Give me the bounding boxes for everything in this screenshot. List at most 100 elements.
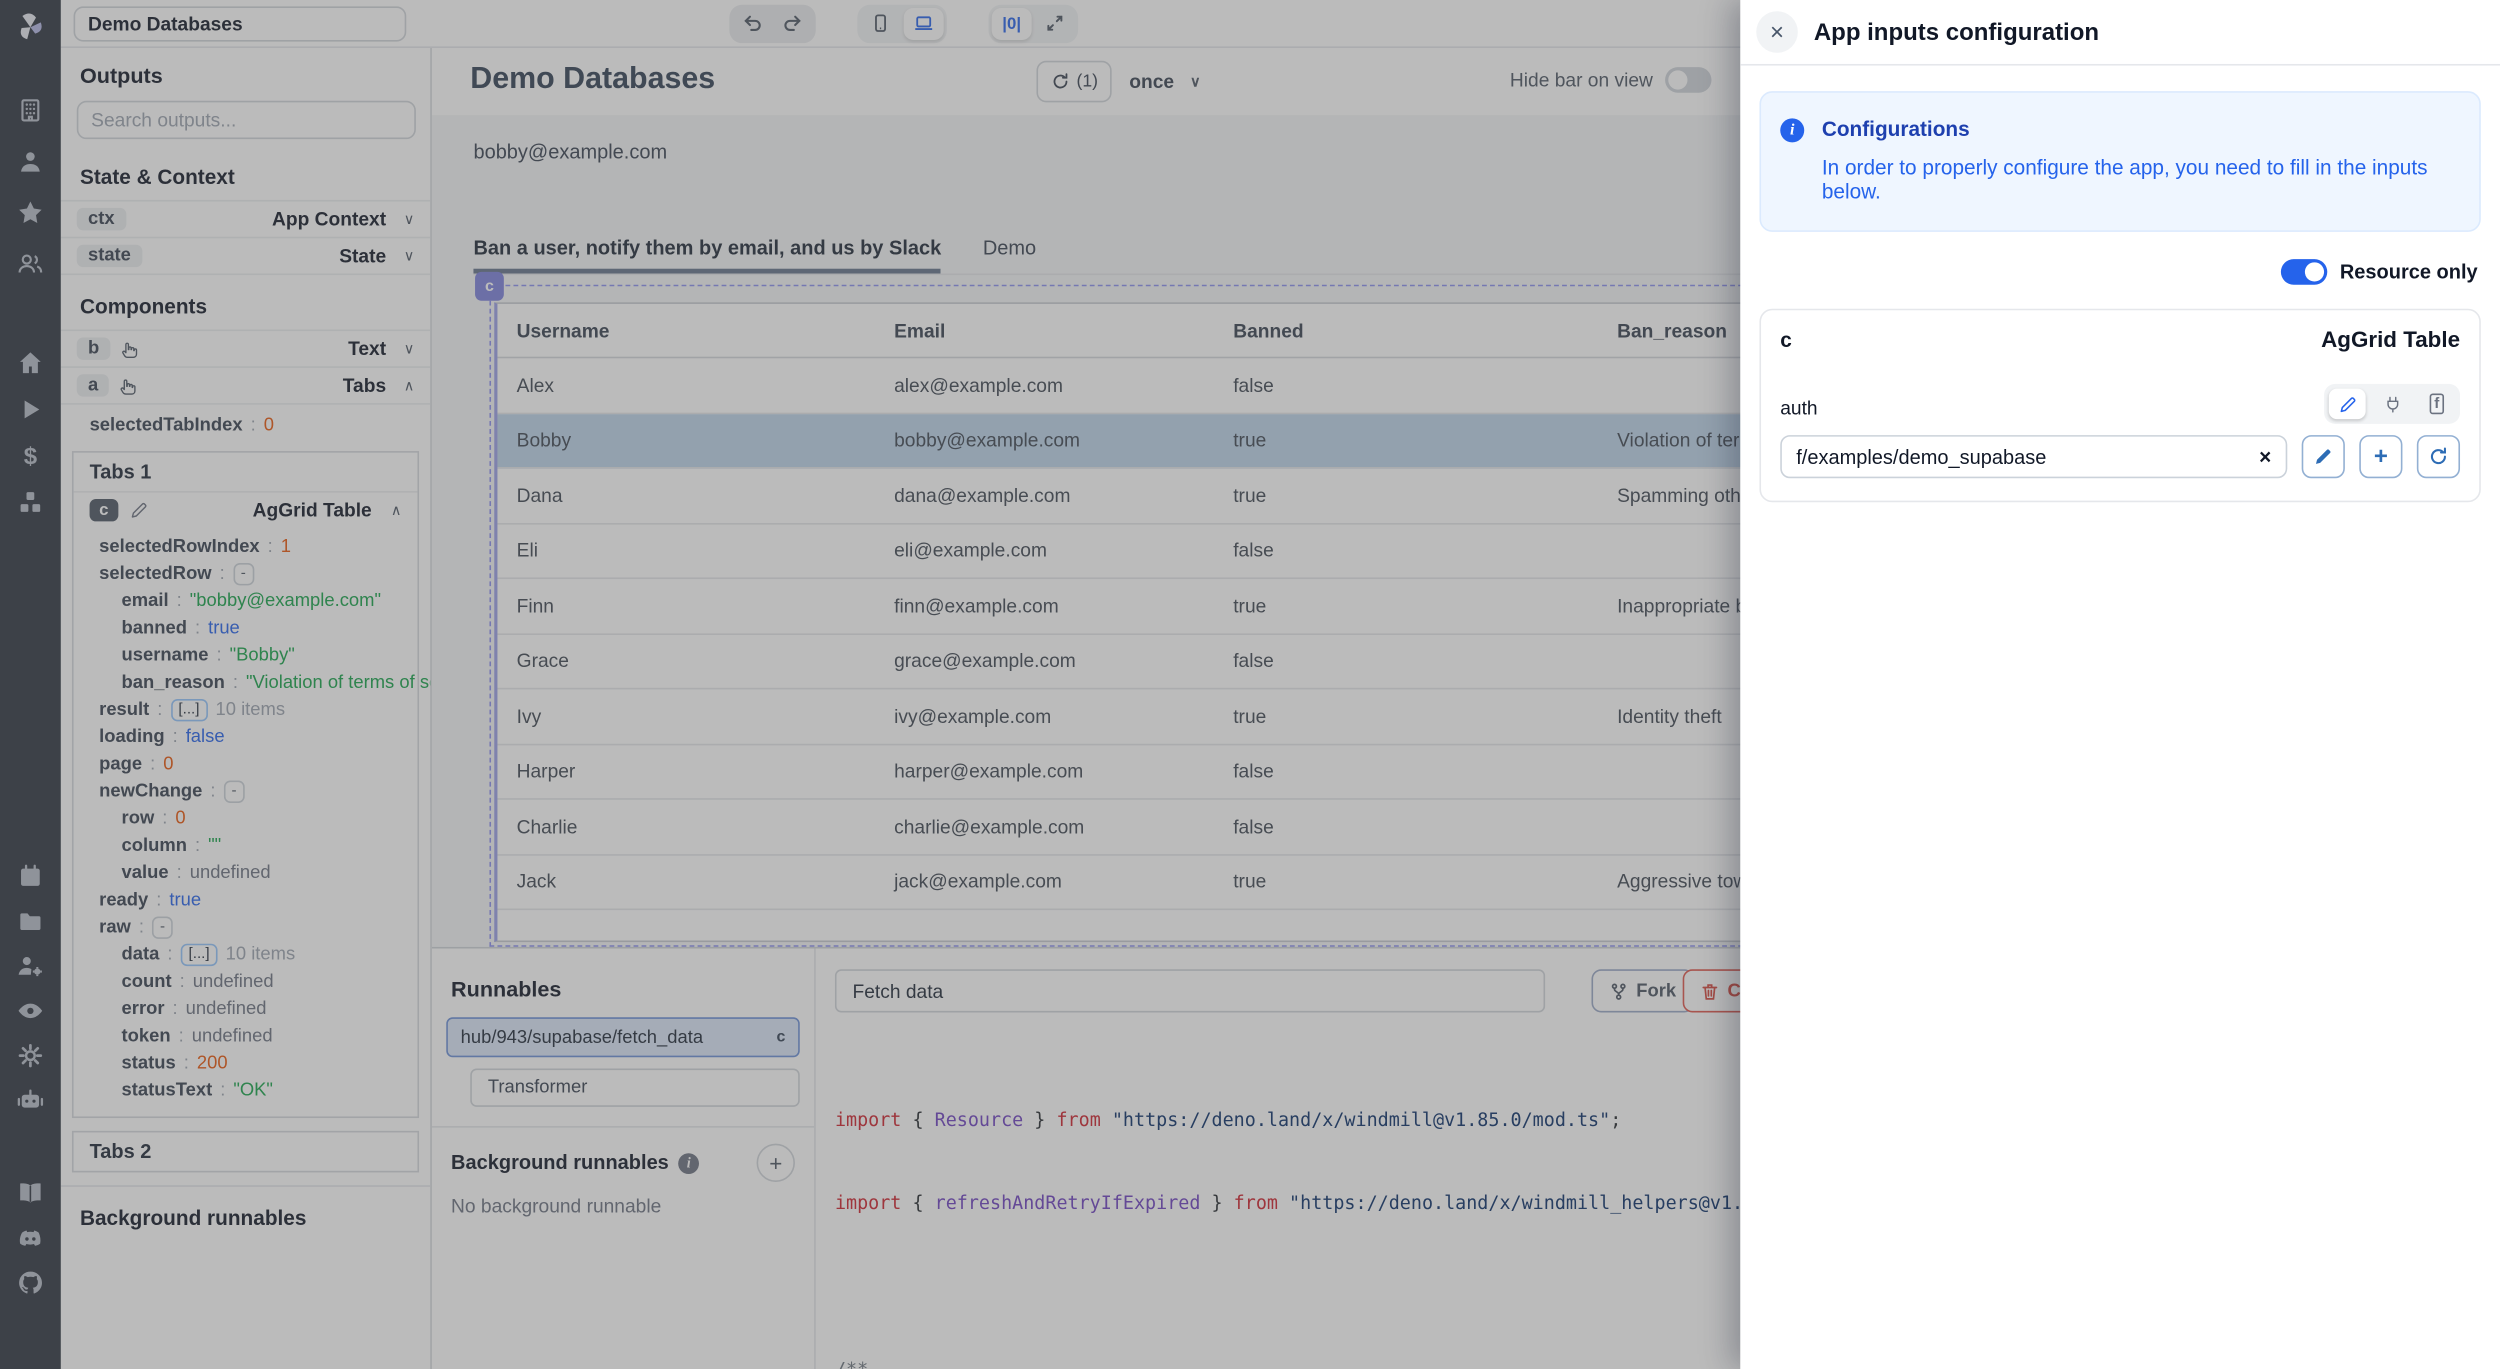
- component-id-badge[interactable]: c: [475, 272, 504, 301]
- tree-expand-chip[interactable]: [...]: [181, 943, 218, 965]
- output-tree-row[interactable]: raw:-: [83, 913, 414, 940]
- output-tree-row[interactable]: result:[...]10 items: [83, 696, 414, 723]
- add-background-runnable-button[interactable]: +: [757, 1144, 795, 1182]
- gear-icon[interactable]: [14, 1040, 46, 1072]
- output-tree-row[interactable]: selectedTabIndex:0: [74, 411, 431, 438]
- output-tree-row[interactable]: selectedRow:-: [83, 560, 414, 587]
- resource-path-input[interactable]: f/examples/demo_supabase ×: [1780, 435, 2287, 478]
- component-row[interactable]: a Tabs ∧: [61, 366, 430, 403]
- output-tree-row[interactable]: data:[...]10 items: [83, 941, 414, 968]
- output-tree-row[interactable]: token:undefined: [83, 1022, 414, 1049]
- windmill-logo-icon[interactable]: [11, 8, 49, 46]
- collapse-arrow-icon[interactable]: →: [14, 1360, 46, 1369]
- chevron-icon[interactable]: ∧: [404, 377, 415, 395]
- eval-function-icon[interactable]: f: [2418, 389, 2455, 419]
- connect-plug-icon[interactable]: [2374, 389, 2411, 419]
- drawer-title: App inputs configuration: [1814, 18, 2099, 45]
- context-row[interactable]: ctx App Context ∨: [61, 200, 430, 237]
- context-row[interactable]: state State ∨: [61, 237, 430, 274]
- expand-icon[interactable]: [1035, 7, 1075, 39]
- chevron-icon[interactable]: ∨: [404, 210, 415, 228]
- column-header[interactable]: Email: [875, 319, 1214, 341]
- home-icon[interactable]: [14, 347, 46, 379]
- runnable-item[interactable]: Transformer: [470, 1068, 799, 1106]
- output-tree-row[interactable]: banned:true: [83, 614, 414, 641]
- tree-expand-chip[interactable]: -: [152, 916, 173, 938]
- robot-icon[interactable]: [14, 1084, 46, 1116]
- runnable-item[interactable]: hub/943/supabase/fetch_data c: [446, 1017, 799, 1057]
- context-id: ctx: [77, 208, 126, 230]
- undo-button[interactable]: [733, 7, 773, 39]
- output-tree-row[interactable]: ready:true: [83, 886, 414, 913]
- chevron-up-icon[interactable]: ∧: [391, 501, 402, 519]
- play-icon[interactable]: [14, 393, 46, 425]
- column-header[interactable]: Username: [497, 319, 874, 341]
- discord-icon[interactable]: [14, 1222, 46, 1254]
- text-component[interactable]: bobby@example.com: [473, 141, 667, 163]
- user-icon[interactable]: [14, 146, 46, 178]
- output-tree-row[interactable]: username:"Bobby": [83, 641, 414, 668]
- output-tree-row[interactable]: loading:false: [83, 723, 414, 750]
- output-tree-row[interactable]: row:0: [83, 805, 414, 832]
- hide-bar-toggle[interactable]: [1666, 67, 1712, 93]
- output-tree-row[interactable]: statusText:"OK": [83, 1076, 414, 1103]
- refresh-resource-button[interactable]: [2417, 435, 2460, 478]
- tree-key: username: [122, 645, 209, 664]
- user-gear-icon[interactable]: [14, 950, 46, 982]
- tabs1-label[interactable]: Tabs 1: [74, 453, 418, 491]
- mobile-view-button[interactable]: [861, 7, 901, 39]
- star-icon[interactable]: [14, 197, 46, 229]
- runnable-name-input[interactable]: [835, 969, 1545, 1012]
- close-icon[interactable]: ×: [1756, 11, 1798, 53]
- add-resource-button[interactable]: +: [2359, 435, 2402, 478]
- static-mode-pencil-icon[interactable]: [2329, 389, 2366, 419]
- output-tree-row[interactable]: newChange:-: [83, 777, 414, 804]
- desktop-view-button[interactable]: [904, 7, 944, 39]
- calendar-icon[interactable]: [14, 861, 46, 893]
- search-outputs-input[interactable]: [77, 101, 416, 139]
- output-tree-row[interactable]: email:"bobby@example.com": [83, 587, 414, 614]
- canvas-tab[interactable]: Ban a user, notify them by email, and us…: [473, 237, 941, 274]
- column-header[interactable]: Banned: [1214, 319, 1598, 341]
- output-tree-row[interactable]: count:undefined: [83, 968, 414, 995]
- component-row[interactable]: b Text ∨: [61, 329, 430, 366]
- edit-resource-button[interactable]: [2302, 435, 2345, 478]
- resource-only-toggle[interactable]: [2281, 259, 2327, 285]
- tree-expand-chip[interactable]: [...]: [170, 698, 207, 720]
- folder-icon[interactable]: [14, 905, 46, 937]
- cell-banned: false: [1214, 815, 1598, 837]
- output-tree-row[interactable]: selectedRowIndex:1: [83, 533, 414, 560]
- canvas-tab[interactable]: Demo: [983, 237, 1036, 274]
- schedule-select[interactable]: once ∨: [1129, 61, 1200, 103]
- github-icon[interactable]: [14, 1267, 46, 1299]
- pencil-icon[interactable]: [129, 501, 148, 520]
- boxes-icon[interactable]: [14, 486, 46, 518]
- users-icon[interactable]: [14, 248, 46, 280]
- refresh-button[interactable]: (1): [1036, 61, 1112, 103]
- redo-button[interactable]: [773, 7, 813, 39]
- zoom-reset-button[interactable]: |0|: [992, 7, 1032, 39]
- tree-expand-chip[interactable]: -: [224, 780, 245, 802]
- app-title-input[interactable]: [74, 6, 407, 41]
- output-tree-row[interactable]: ban_reason:"Violation of terms of servic…: [83, 669, 414, 696]
- cell-username: Ivy: [497, 705, 874, 727]
- clear-input-icon[interactable]: ×: [2259, 445, 2271, 469]
- dollar-icon[interactable]: $: [14, 440, 46, 472]
- output-tree-row[interactable]: status:200: [83, 1049, 414, 1076]
- tree-colon: :: [157, 700, 162, 719]
- workspace-building-icon[interactable]: [14, 94, 46, 126]
- tree-expand-chip[interactable]: -: [233, 562, 254, 584]
- grid-component-row[interactable]: c AgGrid Table ∧: [74, 491, 418, 528]
- chevron-icon[interactable]: ∨: [404, 247, 415, 265]
- book-icon[interactable]: [14, 1177, 46, 1209]
- output-tree-row[interactable]: page:0: [83, 750, 414, 777]
- tree-colon: :: [233, 673, 238, 692]
- infobox-body: In order to properly configure the app, …: [1822, 155, 2460, 203]
- output-tree-row[interactable]: column:"": [83, 832, 414, 859]
- output-tree-row[interactable]: value:undefined: [83, 859, 414, 886]
- chevron-icon[interactable]: ∨: [404, 340, 415, 358]
- output-tree-row[interactable]: error:undefined: [83, 995, 414, 1022]
- fork-button[interactable]: Fork: [1592, 969, 1694, 1012]
- tabs2-label[interactable]: Tabs 2: [74, 1132, 418, 1170]
- eye-icon[interactable]: [14, 995, 46, 1027]
